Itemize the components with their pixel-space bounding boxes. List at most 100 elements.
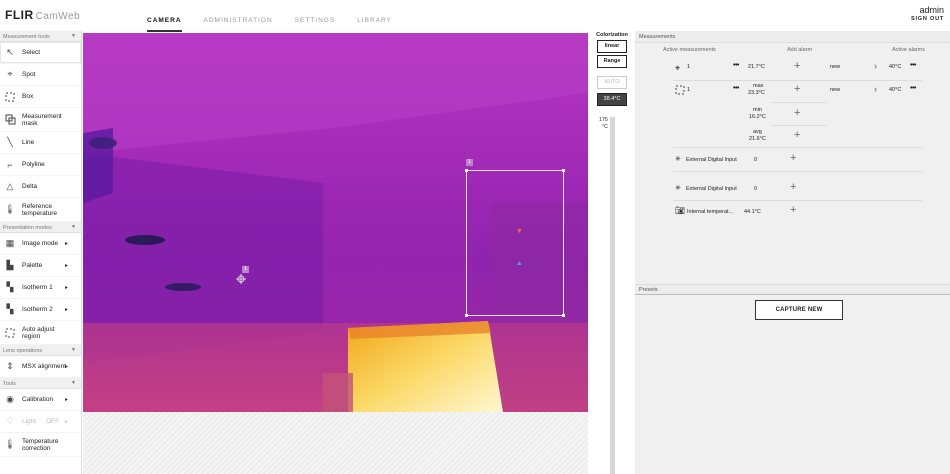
box-alarm-more-button[interactable]: ••• (910, 85, 916, 92)
tool-label: Light (22, 418, 37, 425)
spot-add-alarm-button[interactable]: + (794, 61, 800, 72)
auto-region-icon (4, 327, 16, 339)
section-lens-operations[interactable]: Lens operations ▼ (0, 345, 81, 356)
section-title: Presentation modes (3, 225, 52, 231)
spot-alarm-chevron-icon[interactable]: › (874, 61, 877, 71)
spot-alarm-more-button[interactable]: ••• (910, 62, 916, 69)
section-title: Measurement tools (3, 34, 50, 40)
section-presentation-modes[interactable]: Presentation modes ▼ (0, 222, 81, 233)
presets-header: Presets (635, 284, 950, 295)
mode-label: Isotherm 2 (22, 306, 53, 313)
box-handle-tr[interactable] (562, 169, 565, 172)
color-scale-bar[interactable] (610, 117, 615, 474)
tab-library[interactable]: LIBRARY (357, 17, 392, 32)
max-marker-icon: ▼ (516, 228, 523, 235)
tools-sidebar: Measurement tools ▼ ↖ Select ⌖ Spot Box Mea… (0, 31, 82, 474)
box-handle-br[interactable] (562, 314, 565, 317)
light-state: OFF (46, 418, 60, 425)
box-avg-label: avg (753, 129, 762, 135)
box-alarm-chevron-icon[interactable]: › (874, 84, 877, 94)
collapse-caret-icon: ▼ (71, 380, 76, 386)
internal-temp-label: Internal temperat... (687, 209, 734, 215)
thermometer-icon: 🌡︎ (4, 204, 16, 214)
tool-select[interactable]: ↖ Select (0, 42, 81, 64)
spot-more-button[interactable]: ••• (733, 62, 739, 69)
collapse-caret-icon: ▼ (71, 347, 76, 353)
col-add-alarm: Add alarm (787, 47, 813, 53)
section-tools[interactable]: Tools ▼ (0, 378, 81, 389)
tool-delta[interactable]: △ Delta (0, 176, 81, 198)
mode-label: Palette (22, 262, 43, 269)
cursor-icon: ↖ (6, 47, 14, 57)
tab-settings[interactable]: SETTINGS (295, 17, 336, 32)
tool-calibration[interactable]: ◉ Calibration ▸ (0, 389, 81, 411)
section-title: Lens operations (3, 348, 43, 354)
ext-input-1-value: 0 (754, 157, 758, 163)
isotherm-icon: ▚ (6, 282, 14, 292)
ext-input-icon: ✳ (675, 185, 681, 192)
spot-id: 1 (687, 64, 691, 70)
mode-palette[interactable]: ▙ Palette ▸ (0, 255, 81, 277)
mode-label: Isotherm 1 (22, 284, 53, 291)
mode-image-mode[interactable]: ▦ Image mode ▸ (0, 233, 81, 255)
tab-administration[interactable]: ADMINISTRATION (204, 17, 273, 32)
range-mode-button[interactable]: Range (597, 55, 627, 68)
scale-max[interactable]: 175 °C (598, 117, 608, 131)
measurement-row-internal: 📷︎ Internal temperat... 44.1°C + (635, 201, 950, 223)
tab-camera[interactable]: CAMERA (147, 17, 182, 32)
spot-label: 1 (242, 266, 249, 273)
chevron-right-icon: ▸ (64, 397, 68, 403)
calibration-icon: ◉ (6, 394, 14, 404)
tool-label: Delta (22, 183, 38, 190)
measurement-row-spot: ⌖ 1 ••• 21.7°C + new › 40°C ••• (635, 57, 950, 81)
mode-auto-adjust-region[interactable]: Auto adjust region (0, 321, 81, 345)
camera-icon: 📷︎ (675, 206, 686, 215)
tool-label: Box (22, 93, 34, 100)
thermal-image[interactable]: 1 ▼ ▲ 1 (83, 33, 588, 412)
measurements-title: Measurements (635, 31, 950, 43)
box-more-button[interactable]: ••• (733, 85, 739, 92)
capture-new-button[interactable]: CAPTURE NEW (755, 300, 843, 320)
tool-box[interactable]: Box (0, 86, 81, 108)
box-avg-add-alarm-button[interactable]: + (794, 130, 800, 141)
tool-reference-temperature[interactable]: 🌡︎ Reference temperature (0, 198, 81, 222)
box-max-value: 23.3°C (748, 90, 765, 96)
tool-label: Calibration (22, 396, 54, 403)
auto-button[interactable]: AUTO (597, 76, 627, 89)
tool-temperature-correction[interactable]: 🌡︎ Temperature correction (0, 433, 81, 457)
box-min-add-alarm-button[interactable]: + (794, 108, 800, 119)
box-max-label: max (753, 83, 764, 89)
app-logo[interactable]: FLIR CamWeb (5, 8, 80, 22)
tool-polyline[interactable]: ⌐ Polyline (0, 154, 81, 176)
top-bar: FLIR CamWeb CAMERA ADMINISTRATION SETTING… (0, 0, 950, 32)
tool-label: Line (22, 139, 35, 146)
measurements-header: Active measurements Add alarm Active ala… (635, 43, 950, 57)
ext-input-1-add-alarm-button[interactable]: + (790, 153, 796, 164)
linear-mode-button[interactable]: linear (597, 40, 627, 53)
image-placeholder-area (83, 412, 588, 474)
spot-alarm-value: 40°C (889, 64, 902, 70)
tool-spot[interactable]: ⌖ Spot (0, 64, 81, 86)
bulb-icon: 💡︎ (6, 416, 14, 426)
box-measurement[interactable]: ▼ ▲ (465, 169, 565, 317)
row-divider (673, 147, 922, 148)
box-avg-value: 21.6°C (749, 136, 766, 142)
main-nav: CAMERA ADMINISTRATION SETTINGS LIBRARY (147, 17, 414, 32)
internal-temp-add-alarm-button[interactable]: + (790, 205, 796, 216)
lens-msx-alignment[interactable]: ⇕ MSX alignment ▸ (0, 356, 81, 378)
tool-measurement-mask[interactable]: Measurement mask (0, 108, 81, 132)
box-handle-bl[interactable] (465, 314, 468, 317)
mode-isotherm-2[interactable]: ▚ Isotherm 2 ▸ (0, 299, 81, 321)
tool-line[interactable]: ╲ Line (0, 132, 81, 154)
row-divider (771, 125, 827, 126)
section-measurement-tools[interactable]: Measurement tools ▼ (0, 31, 81, 42)
ext-input-2-add-alarm-button[interactable]: + (790, 182, 796, 193)
mode-isotherm-1[interactable]: ▚ Isotherm 1 ▸ (0, 277, 81, 299)
col-active-alarms: Active alarms (892, 47, 926, 53)
colorization-panel: Colorization linear Range AUTO 38.4°C 17… (594, 31, 630, 474)
box-label: 1 (466, 159, 473, 166)
current-temperature-button[interactable]: 38.4°C (597, 93, 627, 106)
box-handle-tl[interactable] (465, 169, 468, 172)
box-max-add-alarm-button[interactable]: + (794, 84, 800, 95)
sign-out-link[interactable]: SIGN OUT (911, 16, 944, 22)
